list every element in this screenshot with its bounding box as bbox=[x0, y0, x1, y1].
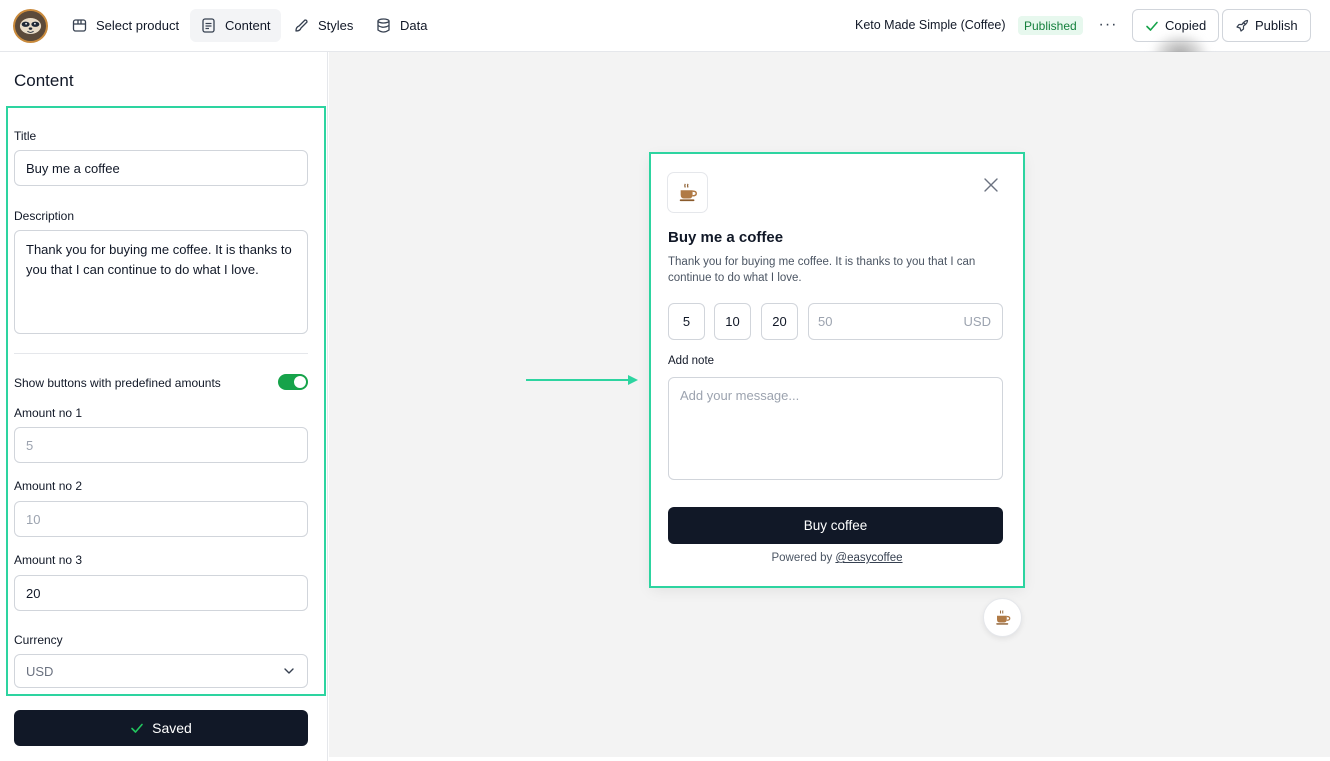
publish-label: Publish bbox=[1255, 18, 1298, 33]
description-textarea[interactable]: Thank you for buying me coffee. It is th… bbox=[14, 230, 308, 334]
title-label: Title bbox=[14, 129, 37, 143]
more-options-button[interactable]: ··· bbox=[1097, 15, 1119, 35]
widget-coffee-icon bbox=[667, 172, 708, 213]
amount-button-2[interactable]: 10 bbox=[714, 303, 751, 340]
save-button[interactable]: Saved bbox=[14, 710, 308, 746]
powered-by: Powered by @easycoffee bbox=[651, 552, 1023, 564]
amount2-label: Amount no 2 bbox=[14, 479, 83, 493]
predefined-amounts-toggle[interactable] bbox=[278, 374, 308, 390]
amount2-input[interactable]: 10 bbox=[14, 501, 308, 537]
app-logo[interactable] bbox=[13, 9, 48, 43]
coffee-cup-icon bbox=[679, 183, 697, 201]
divider bbox=[14, 353, 308, 354]
nav-styles[interactable]: Styles bbox=[283, 9, 363, 42]
note-label: Add note bbox=[668, 355, 715, 367]
nav-data[interactable]: Data bbox=[365, 9, 437, 42]
brush-icon bbox=[295, 19, 308, 32]
check-icon bbox=[1146, 21, 1158, 31]
predefined-amounts-label: Show buttons with predefined amounts bbox=[14, 376, 221, 390]
amount-button-3[interactable]: 20 bbox=[761, 303, 798, 340]
nav-select-product[interactable]: Select product bbox=[61, 9, 189, 42]
status-badge: Published bbox=[1018, 16, 1083, 35]
custom-amount-placeholder: 50 bbox=[818, 314, 833, 329]
nav-data-label: Data bbox=[400, 18, 428, 33]
widget-description: Thank you for buying me coffee. It is th… bbox=[668, 256, 976, 284]
document-icon bbox=[202, 18, 215, 33]
floating-coffee-button[interactable] bbox=[983, 598, 1022, 637]
copied-label: Copied bbox=[1165, 18, 1207, 33]
chevron-down-icon bbox=[284, 668, 294, 674]
database-icon bbox=[377, 18, 390, 33]
sidebar-title: Content bbox=[14, 71, 74, 90]
custom-amount-input[interactable]: 50 USD bbox=[808, 303, 1003, 340]
powered-link[interactable]: @easycoffee bbox=[835, 552, 902, 564]
amount1-label: Amount no 1 bbox=[14, 406, 83, 420]
check-icon bbox=[131, 723, 143, 733]
nav-styles-label: Styles bbox=[318, 18, 354, 33]
sloth-logo-icon bbox=[15, 11, 46, 41]
close-icon[interactable] bbox=[982, 176, 1000, 194]
save-label: Saved bbox=[152, 720, 192, 736]
amount-button-1[interactable]: 5 bbox=[668, 303, 705, 340]
coffee-cup-icon bbox=[995, 609, 1010, 625]
nav-select-product-label: Select product bbox=[96, 18, 180, 33]
nav-content[interactable]: Content bbox=[190, 9, 281, 42]
powered-prefix: Powered by bbox=[771, 552, 836, 564]
currency-value: USD bbox=[26, 663, 54, 679]
description-label: Description bbox=[14, 209, 75, 223]
currency-label: Currency bbox=[14, 633, 63, 647]
amount3-label: Amount no 3 bbox=[14, 553, 83, 567]
nav-content-label: Content bbox=[225, 18, 271, 33]
amount1-input[interactable]: 5 bbox=[14, 427, 308, 463]
content-sidebar: Content Title Buy me a coffee Descriptio… bbox=[0, 52, 328, 761]
note-textarea[interactable]: Add your message... bbox=[668, 377, 1003, 480]
custom-amount-currency: USD bbox=[963, 314, 991, 329]
title-input[interactable]: Buy me a coffee bbox=[14, 150, 308, 186]
buy-coffee-button[interactable]: Buy coffee bbox=[668, 507, 1003, 544]
currency-select[interactable]: USD bbox=[14, 654, 308, 688]
box-icon bbox=[72, 19, 87, 32]
top-bar: Select product Content Styles Data Keto … bbox=[0, 0, 1330, 74]
arrow-right-icon bbox=[526, 375, 638, 385]
publish-button[interactable]: Publish bbox=[1222, 9, 1311, 42]
project-name: Keto Made Simple (Coffee) bbox=[855, 18, 1006, 32]
rocket-icon bbox=[1236, 19, 1249, 32]
amount3-input[interactable]: 20 bbox=[14, 575, 308, 611]
widget-title: Buy me a coffee bbox=[668, 229, 784, 246]
